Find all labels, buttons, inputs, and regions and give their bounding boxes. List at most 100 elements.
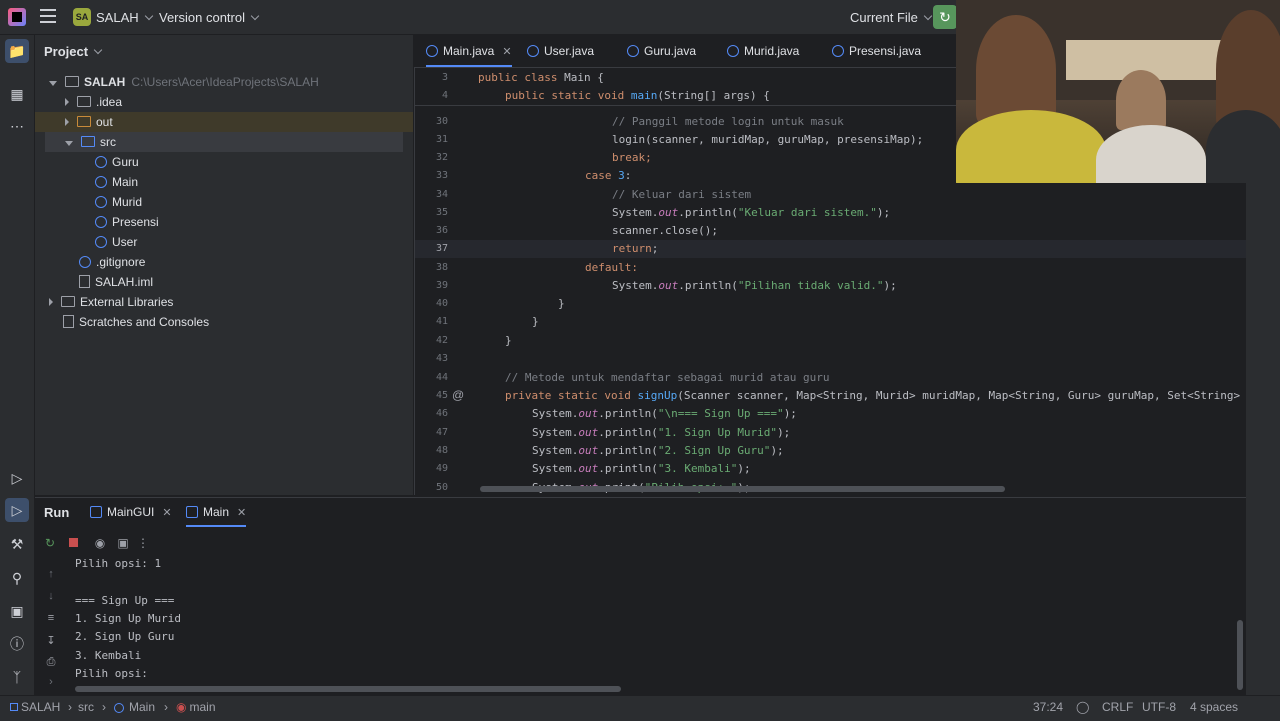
project-badge[interactable]: SA bbox=[73, 8, 91, 26]
code-line: default: bbox=[585, 261, 638, 274]
line-number: 36 bbox=[435, 225, 448, 236]
scroll-to-end-icon[interactable]: ↧ bbox=[44, 634, 58, 648]
tree-item-label: .gitignore bbox=[96, 255, 146, 269]
line-number: 48 bbox=[435, 445, 448, 456]
close-icon[interactable]: ✕ bbox=[502, 46, 511, 58]
root-path: C:\Users\Acer\IdeaProjects\SALAH bbox=[131, 75, 319, 89]
run-config-selector[interactable]: Current File bbox=[850, 10, 933, 25]
class-icon bbox=[727, 45, 739, 57]
tree-item-label: Main bbox=[112, 175, 139, 189]
version-control-menu[interactable]: Version control bbox=[159, 10, 260, 25]
tab-guru-java[interactable]: Guru.java bbox=[627, 35, 696, 67]
run-tab-main[interactable]: Main ✕ bbox=[186, 497, 247, 527]
indent-setting[interactable]: 4 spaces bbox=[1190, 700, 1238, 714]
tree-item-user[interactable]: User bbox=[35, 232, 413, 252]
tree-item-out[interactable]: out bbox=[35, 112, 413, 132]
tree-item-src[interactable]: src bbox=[45, 132, 403, 152]
project-folder-icon[interactable]: 📁 bbox=[5, 39, 29, 63]
scroll-down-icon[interactable]: ↓ bbox=[44, 590, 58, 604]
code-line: System.out.println("1. Sign Up Murid"); bbox=[532, 426, 791, 439]
restore-layout-icon[interactable]: ▣ bbox=[116, 536, 130, 550]
override-gutter-icon[interactable]: @ bbox=[452, 388, 464, 402]
main-menu-icon[interactable] bbox=[40, 9, 56, 23]
tab-presensi-java[interactable]: Presensi.java bbox=[832, 35, 921, 67]
tree-item-label: out bbox=[96, 115, 113, 129]
intellij-logo-icon[interactable] bbox=[8, 8, 26, 26]
breadcrumb-item[interactable]: Main bbox=[114, 700, 155, 714]
console-input-line[interactable]: Pilih opsi: bbox=[75, 667, 148, 680]
structure-icon[interactable]: ▦ bbox=[8, 85, 26, 103]
line-number: 4 bbox=[441, 90, 448, 101]
tree-item-main[interactable]: Main bbox=[35, 172, 413, 192]
webcam-overlay bbox=[956, 0, 1280, 183]
close-icon[interactable]: ✕ bbox=[162, 507, 171, 519]
tree-item-label: Scratches and Consoles bbox=[79, 315, 210, 329]
tree-item-murid[interactable]: Murid bbox=[35, 192, 413, 212]
ignore-file-icon bbox=[79, 256, 91, 268]
more-options-icon[interactable]: ⋮ bbox=[136, 536, 150, 550]
folder-icon bbox=[77, 116, 91, 127]
class-icon bbox=[426, 45, 438, 57]
stop-icon[interactable] bbox=[66, 536, 80, 550]
console-horizontal-scrollbar[interactable] bbox=[75, 686, 621, 692]
folder-icon bbox=[77, 96, 91, 107]
problems-icon[interactable]: ⓘ bbox=[8, 635, 26, 653]
console-line: 2. Sign Up Guru bbox=[75, 630, 175, 643]
soft-wrap-icon[interactable]: ≡ bbox=[44, 612, 58, 626]
tree-root[interactable]: SALAH C:\Users\Acer\IdeaProjects\SALAH bbox=[35, 72, 413, 92]
tree-item-guru[interactable]: Guru bbox=[35, 152, 413, 172]
rerun-icon[interactable]: ↻ bbox=[43, 536, 57, 550]
scroll-up-icon[interactable]: ↑ bbox=[44, 568, 58, 582]
tree-item-label: SALAH.iml bbox=[95, 275, 154, 289]
print-icon[interactable]: ⎙ bbox=[44, 656, 58, 670]
line-number: 43 bbox=[435, 353, 448, 364]
tree-item-label: src bbox=[100, 135, 116, 149]
tab-user-java[interactable]: User.java bbox=[527, 35, 594, 67]
tab-murid-java[interactable]: Murid.java bbox=[727, 35, 799, 67]
run-tab-maingui[interactable]: MainGUI ✕ bbox=[90, 497, 172, 527]
code-line: case 3: bbox=[585, 169, 632, 182]
line-number: 31 bbox=[435, 134, 448, 145]
more-icon[interactable]: ⋯ bbox=[8, 117, 26, 135]
tree-item-gitignore[interactable]: .gitignore bbox=[35, 252, 413, 272]
line-number: 3 bbox=[441, 72, 448, 83]
expand-more-icon[interactable]: › bbox=[44, 676, 58, 690]
tree-item-iml[interactable]: SALAH.iml bbox=[35, 272, 413, 292]
run-tool-icon[interactable]: ▷ bbox=[5, 498, 29, 522]
build-icon[interactable]: ⚒ bbox=[8, 535, 26, 553]
line-number: 39 bbox=[435, 280, 448, 291]
tab-main-java[interactable]: Main.java ✕ bbox=[426, 35, 512, 67]
git-icon[interactable]: ᛉ bbox=[8, 668, 26, 686]
line-separator[interactable]: CRLF bbox=[1102, 700, 1133, 714]
code-line: login(scanner, muridMap, guruMap, presen… bbox=[612, 133, 924, 146]
services-icon[interactable]: ▷ bbox=[8, 469, 26, 487]
source-folder-icon bbox=[81, 136, 95, 147]
file-encoding[interactable]: UTF-8 bbox=[1142, 700, 1176, 714]
code-line: System.out.println("Pilihan tidak valid.… bbox=[612, 279, 897, 292]
project-switcher[interactable]: SALAH bbox=[96, 10, 153, 25]
project-panel-header[interactable]: Project bbox=[44, 44, 103, 59]
ai-assistant-icon[interactable]: ◯ bbox=[1076, 700, 1089, 714]
chevron-down-icon bbox=[250, 11, 260, 21]
terminal-icon[interactable]: ▣ bbox=[8, 602, 26, 620]
search-icon[interactable]: ⚲ bbox=[8, 569, 26, 587]
left-tool-strip: 📁 ▦ ⋯ ▷ ▷ ⚒ ⚲ ▣ ⓘ ᛉ bbox=[0, 35, 35, 695]
tree-item-external-libraries[interactable]: External Libraries bbox=[35, 292, 413, 312]
tree-item-scratches[interactable]: Scratches and Consoles bbox=[35, 312, 413, 332]
breadcrumb-item[interactable]: src bbox=[78, 700, 94, 714]
line-number: 49 bbox=[435, 463, 448, 474]
breadcrumb-item[interactable]: ◉ main bbox=[176, 700, 216, 714]
tree-item-idea[interactable]: .idea bbox=[35, 92, 413, 112]
tab-label: User.java bbox=[544, 44, 595, 58]
run-icon[interactable]: ↻ bbox=[933, 5, 957, 29]
close-icon[interactable]: ✕ bbox=[237, 507, 246, 519]
camera-icon[interactable]: ◉ bbox=[93, 536, 107, 550]
console-line: Pilih opsi: 1 bbox=[75, 557, 162, 570]
console-vertical-scrollbar[interactable] bbox=[1237, 620, 1243, 690]
breadcrumb-item[interactable]: SALAH bbox=[10, 700, 60, 714]
code-line: return; bbox=[612, 242, 659, 255]
caret-position[interactable]: 37:24 bbox=[1033, 700, 1063, 714]
breadcrumb-separator: › bbox=[102, 700, 106, 714]
tree-item-presensi[interactable]: Presensi bbox=[35, 212, 413, 232]
editor-horizontal-scrollbar[interactable] bbox=[480, 486, 1005, 492]
